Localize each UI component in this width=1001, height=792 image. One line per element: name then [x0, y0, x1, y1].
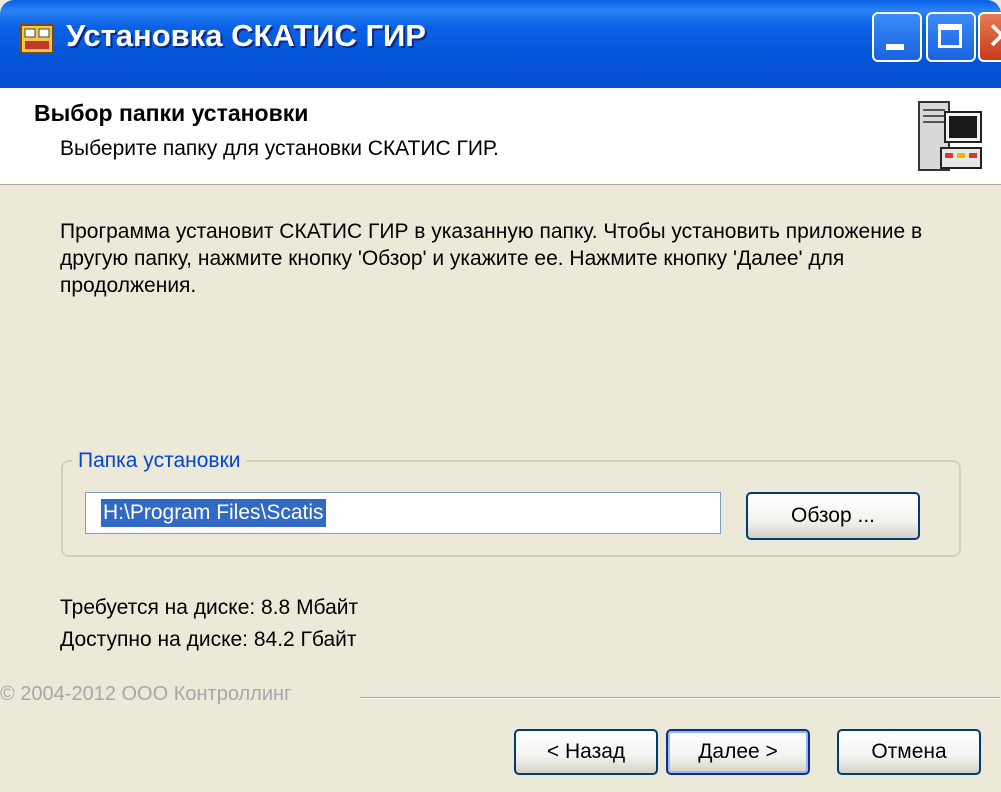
header-panel: Выбор папки установки Выберите папку для… — [0, 88, 1001, 185]
browse-button[interactable]: Обзор ... — [746, 492, 920, 540]
minimize-icon — [886, 44, 904, 50]
next-button[interactable]: Далее > — [666, 729, 810, 775]
window-title: Установка СКАТИС ГИР — [66, 18, 426, 53]
disk-required-text: Требуется на диске: 8.8 Мбайт — [60, 596, 359, 619]
maximize-icon — [938, 24, 962, 48]
close-button[interactable]: ✕ — [978, 12, 1001, 62]
close-icon: ✕ — [986, 18, 1001, 56]
separator-line — [360, 697, 1000, 699]
cancel-button[interactable]: Отмена — [837, 729, 981, 775]
computer-icon — [918, 101, 982, 171]
maximize-button[interactable] — [926, 12, 976, 62]
intro-text: Программа установит СКАТИС ГИР в указанн… — [60, 220, 923, 297]
installer-icon — [20, 24, 54, 54]
install-folder-label: Папка установки — [72, 449, 247, 473]
title-bar[interactable]: Установка СКАТИС ГИР ✕ — [0, 0, 1001, 88]
disk-available-text: Доступно на диске: 84.2 Гбайт — [60, 628, 357, 651]
install-path-value[interactable]: H:\Program Files\Scatis — [101, 499, 326, 527]
page-title: Выбор папки установки — [34, 100, 309, 126]
back-button[interactable]: < Назад — [514, 729, 658, 775]
page-subtitle: Выберите папку для установки СКАТИС ГИР. — [60, 137, 499, 160]
copyright-text: © 2004-2012 ООО Контроллинг — [0, 683, 300, 706]
minimize-button[interactable] — [872, 12, 922, 62]
